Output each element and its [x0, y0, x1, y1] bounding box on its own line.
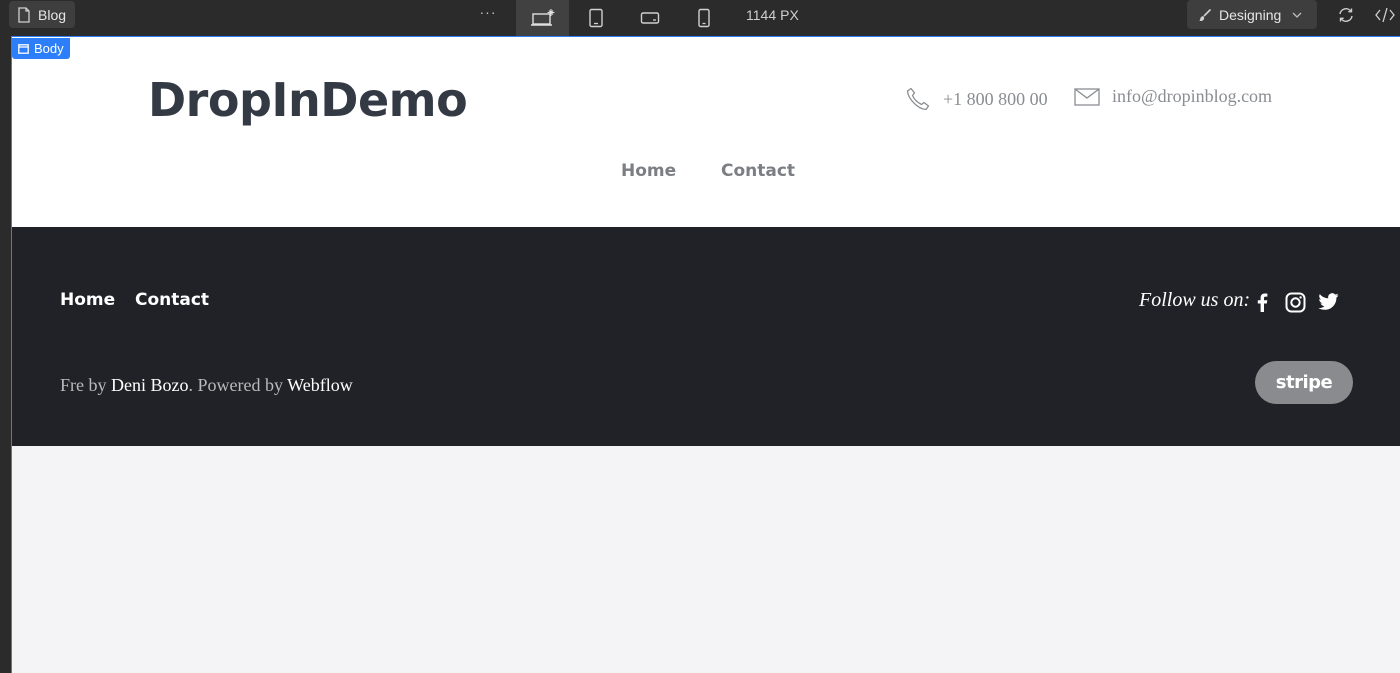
page-icon — [18, 6, 30, 23]
breakpoint-tablet-button[interactable] — [569, 0, 622, 36]
footer-link-contact[interactable]: Contact — [135, 290, 209, 310]
chevron-down-icon — [1292, 12, 1302, 18]
twitter-icon — [1317, 293, 1338, 310]
follow-us-label: Follow us on: — [1139, 289, 1251, 311]
canvas-width-unit: PX — [780, 7, 799, 23]
code-icon — [1375, 7, 1395, 23]
email-contact[interactable]: info@dropinblog.com — [1074, 86, 1272, 107]
phone-number: +1 800 800 00 — [943, 88, 1048, 109]
breakpoint-desktop-button[interactable] — [516, 0, 569, 36]
page-name: Blog — [38, 6, 67, 23]
site-header[interactable]: DropInDemo +1 800 800 00 info@dropinblog… — [12, 37, 1400, 227]
nav-link-home[interactable]: Home — [621, 161, 676, 181]
credit-prefix: Fre by — [60, 375, 111, 395]
credit-author-link[interactable]: Deni Bozo — [111, 375, 188, 395]
mobile-landscape-icon — [640, 12, 659, 24]
code-export-button[interactable] — [1374, 4, 1396, 26]
body-element-icon — [18, 43, 29, 54]
footer-credits: Fre by Deni Bozo. Powered by Webflow — [60, 375, 353, 396]
instagram-link[interactable] — [1284, 291, 1306, 313]
designer-toolbar: Blog ··· 1144 PX Designing — [0, 0, 1400, 36]
page-selector[interactable]: Blog — [9, 1, 76, 28]
phone-icon — [906, 87, 930, 111]
tablet-icon — [588, 8, 603, 28]
stripe-badge[interactable]: stripe — [1255, 361, 1353, 404]
credit-middle: . Powered by — [188, 375, 288, 395]
breakpoint-mobile-landscape-button[interactable] — [623, 0, 676, 36]
sync-button[interactable] — [1335, 4, 1357, 26]
instagram-icon — [1285, 292, 1305, 312]
canvas-width-value: 1144 — [746, 7, 777, 23]
facebook-link[interactable] — [1251, 291, 1273, 313]
canvas-width-readout[interactable]: 1144 PX — [746, 7, 799, 23]
more-options-button[interactable]: ··· — [476, 4, 500, 24]
mode-dropdown[interactable]: Designing — [1187, 0, 1317, 29]
nav-link-contact[interactable]: Contact — [721, 161, 795, 181]
footer-link-home[interactable]: Home — [60, 290, 115, 310]
twitter-link[interactable] — [1317, 291, 1339, 313]
mobile-portrait-icon — [697, 8, 710, 28]
selected-element-tag[interactable]: Body — [12, 38, 70, 59]
site-footer[interactable]: Home Contact Follow us on: Fre by Deni B… — [12, 227, 1400, 446]
brush-icon — [1199, 8, 1212, 21]
site-logo[interactable]: DropInDemo — [148, 73, 468, 127]
mode-label: Designing — [1219, 6, 1282, 23]
envelope-icon — [1074, 87, 1100, 106]
credit-platform-link[interactable]: Webflow — [287, 375, 353, 395]
refresh-icon — [1339, 8, 1353, 22]
desktop-star-icon — [530, 9, 554, 26]
breakpoint-mobile-portrait-button[interactable] — [677, 0, 730, 36]
phone-contact[interactable]: +1 800 800 00 — [905, 86, 1048, 112]
facebook-icon — [1257, 293, 1268, 312]
selected-element-label: Body — [34, 41, 64, 56]
email-address: info@dropinblog.com — [1112, 86, 1273, 106]
